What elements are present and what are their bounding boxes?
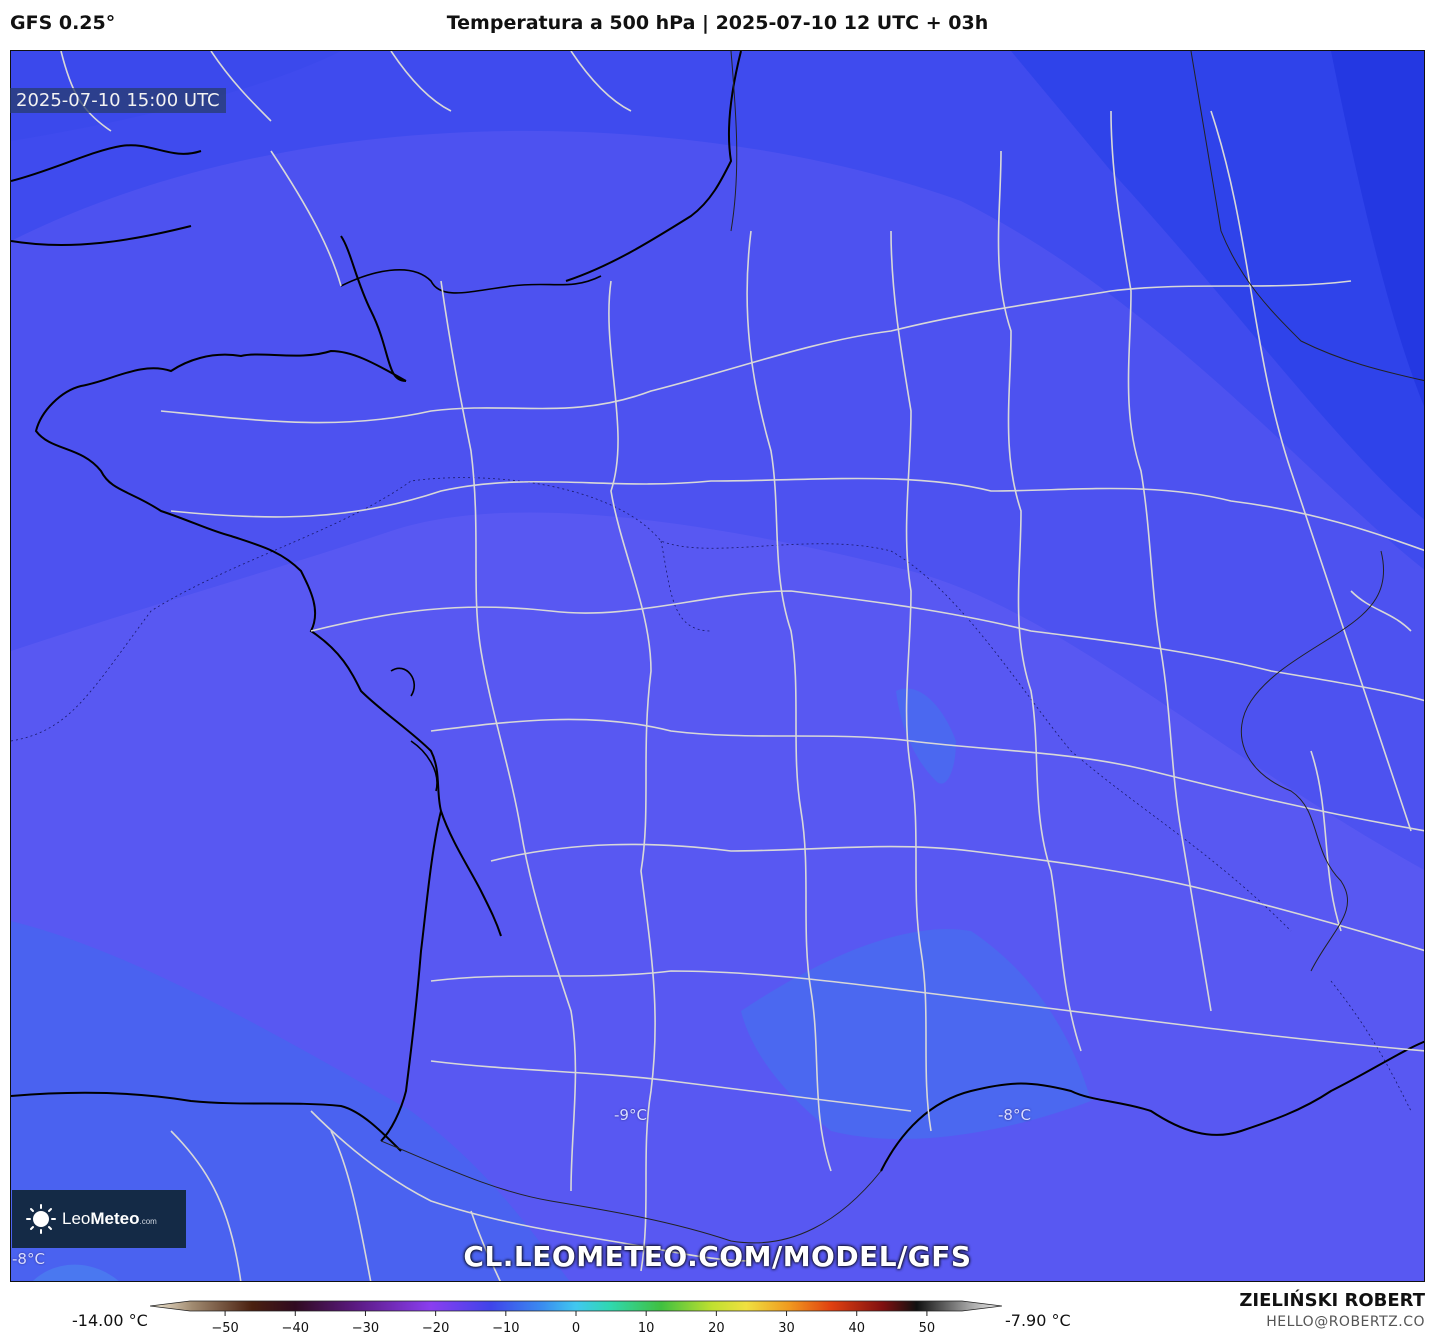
colorbar-tick-label: 20 (708, 1321, 725, 1336)
colorbar-tick-label: 0 (572, 1321, 580, 1336)
author-email[interactable]: HELLO@ROBERTZ.CO (1266, 1314, 1425, 1330)
model-url[interactable]: CL.LEOMETEO.COM/MODEL/GFS (0, 1240, 1435, 1273)
colorbar-max-label: -7.90 °C (1005, 1311, 1071, 1330)
sun-icon (26, 1204, 56, 1234)
valid-time-label: 2025-07-10 15:00 UTC (10, 88, 226, 113)
temperature-field (11, 51, 1424, 1281)
colorbar-min-label: -14.00 °C (72, 1311, 148, 1330)
colorbar-tick-label: −50 (211, 1321, 238, 1336)
map-title: Temperatura a 500 hPa | 2025-07-10 12 UT… (446, 12, 989, 34)
colorbar-tick-label: 40 (848, 1321, 865, 1336)
colorbar-tick-label: −10 (492, 1321, 519, 1336)
map-area[interactable] (10, 50, 1425, 1282)
author-name: ZIELIŃSKI ROBERT (1239, 1290, 1425, 1311)
contour-label-center: -9°C (614, 1106, 647, 1124)
colorbar-ticks: −50 −40 −30 −20 −10 0 10 20 30 40 50 (211, 1311, 935, 1336)
colorbar-tick-label: 50 (919, 1321, 936, 1336)
colorbar-tick-label: −30 (352, 1321, 379, 1336)
colorbar-tick-label: −20 (422, 1321, 449, 1336)
colorbar-tick-label: −40 (282, 1321, 309, 1336)
colorbar-gradient (150, 1300, 1002, 1312)
colorbar-tick-label: 30 (778, 1321, 795, 1336)
colorbar-tick-label: 10 (638, 1321, 655, 1336)
contour-label-east: -8°C (998, 1106, 1031, 1124)
colorbar: −50 −40 −30 −20 −10 0 10 20 30 40 50 (150, 1300, 1002, 1336)
logo-text: LeoMeteo.com (62, 1209, 157, 1228)
